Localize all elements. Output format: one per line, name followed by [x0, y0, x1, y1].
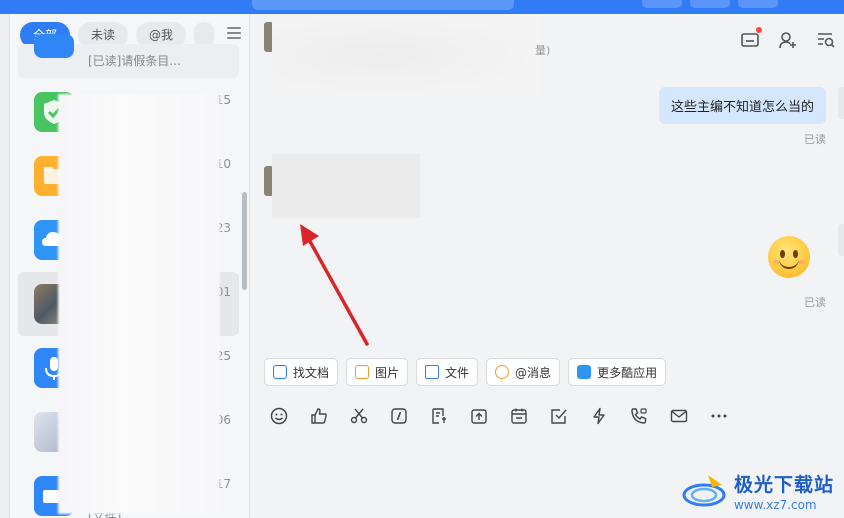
file-button[interactable]: 文件 [416, 358, 479, 386]
at-icon [495, 365, 510, 379]
message-bubble-outgoing[interactable]: 这些主编不知道怎么当的 [658, 87, 826, 124]
read-status: 已读 [804, 296, 826, 309]
checkbox-task-icon[interactable] [549, 406, 569, 426]
read-status: 已读 [804, 133, 826, 146]
site-watermark: 极光下载站 www.xz7.com [682, 470, 834, 512]
red-arrow-annotation [300, 224, 369, 346]
document-edit-icon[interactable] [429, 406, 449, 426]
blurred-conversation-names [58, 94, 220, 514]
menu-icon[interactable] [227, 27, 241, 39]
mention-button[interactable]: @消息 [486, 358, 561, 386]
announcement-icon[interactable] [740, 27, 762, 50]
smiley-emoji-icon[interactable] [768, 236, 810, 278]
title-bar-button[interactable] [738, 0, 778, 8]
thumbs-up-icon[interactable] [309, 406, 329, 426]
chat-panel: 量) 这些主编不知道怎么当的 已读 已读 找文档 图片 文件 @消息 更多酷应用 [251, 14, 844, 518]
find-doc-button[interactable]: 找文档 [264, 358, 339, 386]
scissors-icon[interactable] [349, 406, 369, 426]
find-doc-label: 找文档 [293, 365, 330, 380]
calendar-icon[interactable] [509, 406, 529, 426]
mention-label: @消息 [515, 365, 552, 380]
folder-icon [425, 365, 440, 379]
phone-call-icon[interactable] [629, 406, 649, 426]
conversation-item[interactable]: [已读]请假条目... [18, 34, 239, 78]
global-search-input[interactable] [252, 0, 514, 10]
lightning-icon[interactable] [589, 406, 609, 426]
avatar [838, 224, 844, 256]
search-history-icon[interactable] [816, 30, 836, 50]
more-icon[interactable] [709, 406, 729, 426]
conversation-list-scrollbar[interactable] [242, 192, 247, 290]
title-bar-button[interactable] [642, 0, 682, 8]
chat-header-actions [740, 27, 836, 50]
image-label: 图片 [375, 365, 400, 380]
more-apps-label: 更多酷应用 [597, 365, 658, 380]
watermark-name: 极光下载站 [733, 474, 834, 496]
more-apps-button[interactable]: 更多酷应用 [568, 358, 667, 386]
emoji-icon[interactable] [269, 406, 289, 426]
app-sidebar-rail [0, 14, 10, 518]
blurred-chat-title [272, 14, 542, 96]
upload-icon[interactable] [469, 406, 489, 426]
avatar [838, 87, 844, 119]
image-button[interactable]: 图片 [346, 358, 409, 386]
apps-icon [577, 365, 592, 379]
watermark-logo-icon [682, 475, 726, 507]
command-icon[interactable] [389, 406, 409, 426]
blurred-incoming-message [272, 154, 420, 218]
title-bar [0, 0, 844, 14]
watermark-url: www.xz7.com [733, 498, 817, 512]
file-label: 文件 [445, 365, 470, 380]
quick-actions: 找文档 图片 文件 @消息 更多酷应用 [264, 358, 667, 386]
mail-icon[interactable] [669, 406, 689, 426]
composer-toolbar [269, 406, 729, 426]
avatar [34, 34, 74, 58]
chat-subtitle: 量) [535, 44, 551, 57]
title-bar-button[interactable] [690, 0, 730, 8]
conversation-list: 全部 未读 @我 [已读]请假条目... 15 10 23 01 25 [10, 14, 250, 518]
add-member-icon[interactable] [778, 30, 798, 50]
image-icon [355, 365, 370, 379]
search-doc-icon [273, 365, 287, 379]
conversation-preview: [已读]请假条目... [88, 54, 181, 68]
